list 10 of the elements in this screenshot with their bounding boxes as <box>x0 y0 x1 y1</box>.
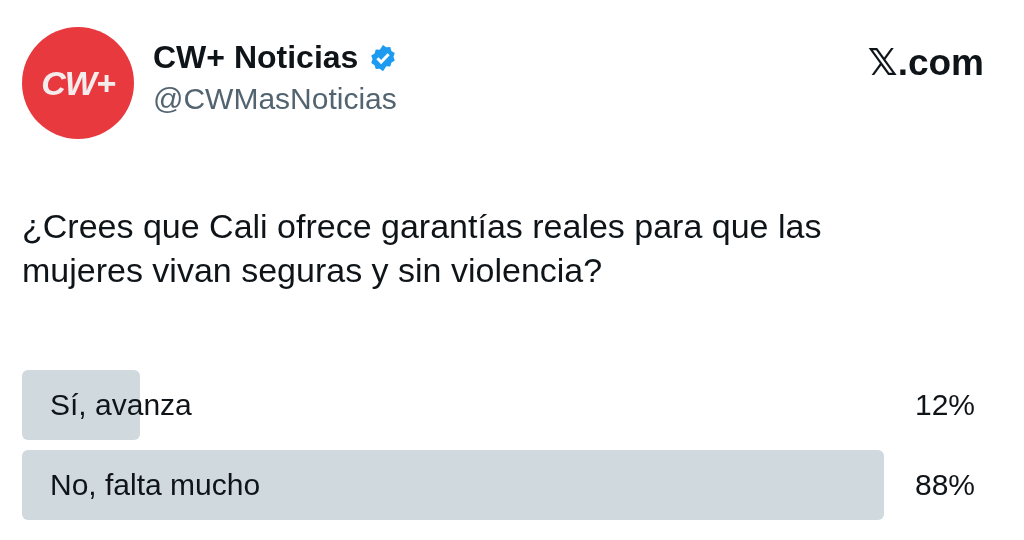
poll-percentage: 12% <box>914 387 975 423</box>
account-handle[interactable]: @CWMasNoticias <box>153 82 399 116</box>
account-name[interactable]: CW+ Noticias <box>153 39 359 76</box>
poll-percentage: 88% <box>914 467 975 503</box>
avatar-logo[interactable]: CW+ <box>22 27 134 139</box>
site-label: 𝕏.com <box>867 41 984 84</box>
poll-option-label: No, falta mucho <box>49 468 261 502</box>
poll-option-label: Sí, avanza <box>49 388 192 422</box>
poll-question: ¿Crees que Cali ofrece garantías reales para que las mujeres vivan seguras y sin violencia? <box>22 206 823 291</box>
logo-text: CW+ <box>41 63 115 103</box>
